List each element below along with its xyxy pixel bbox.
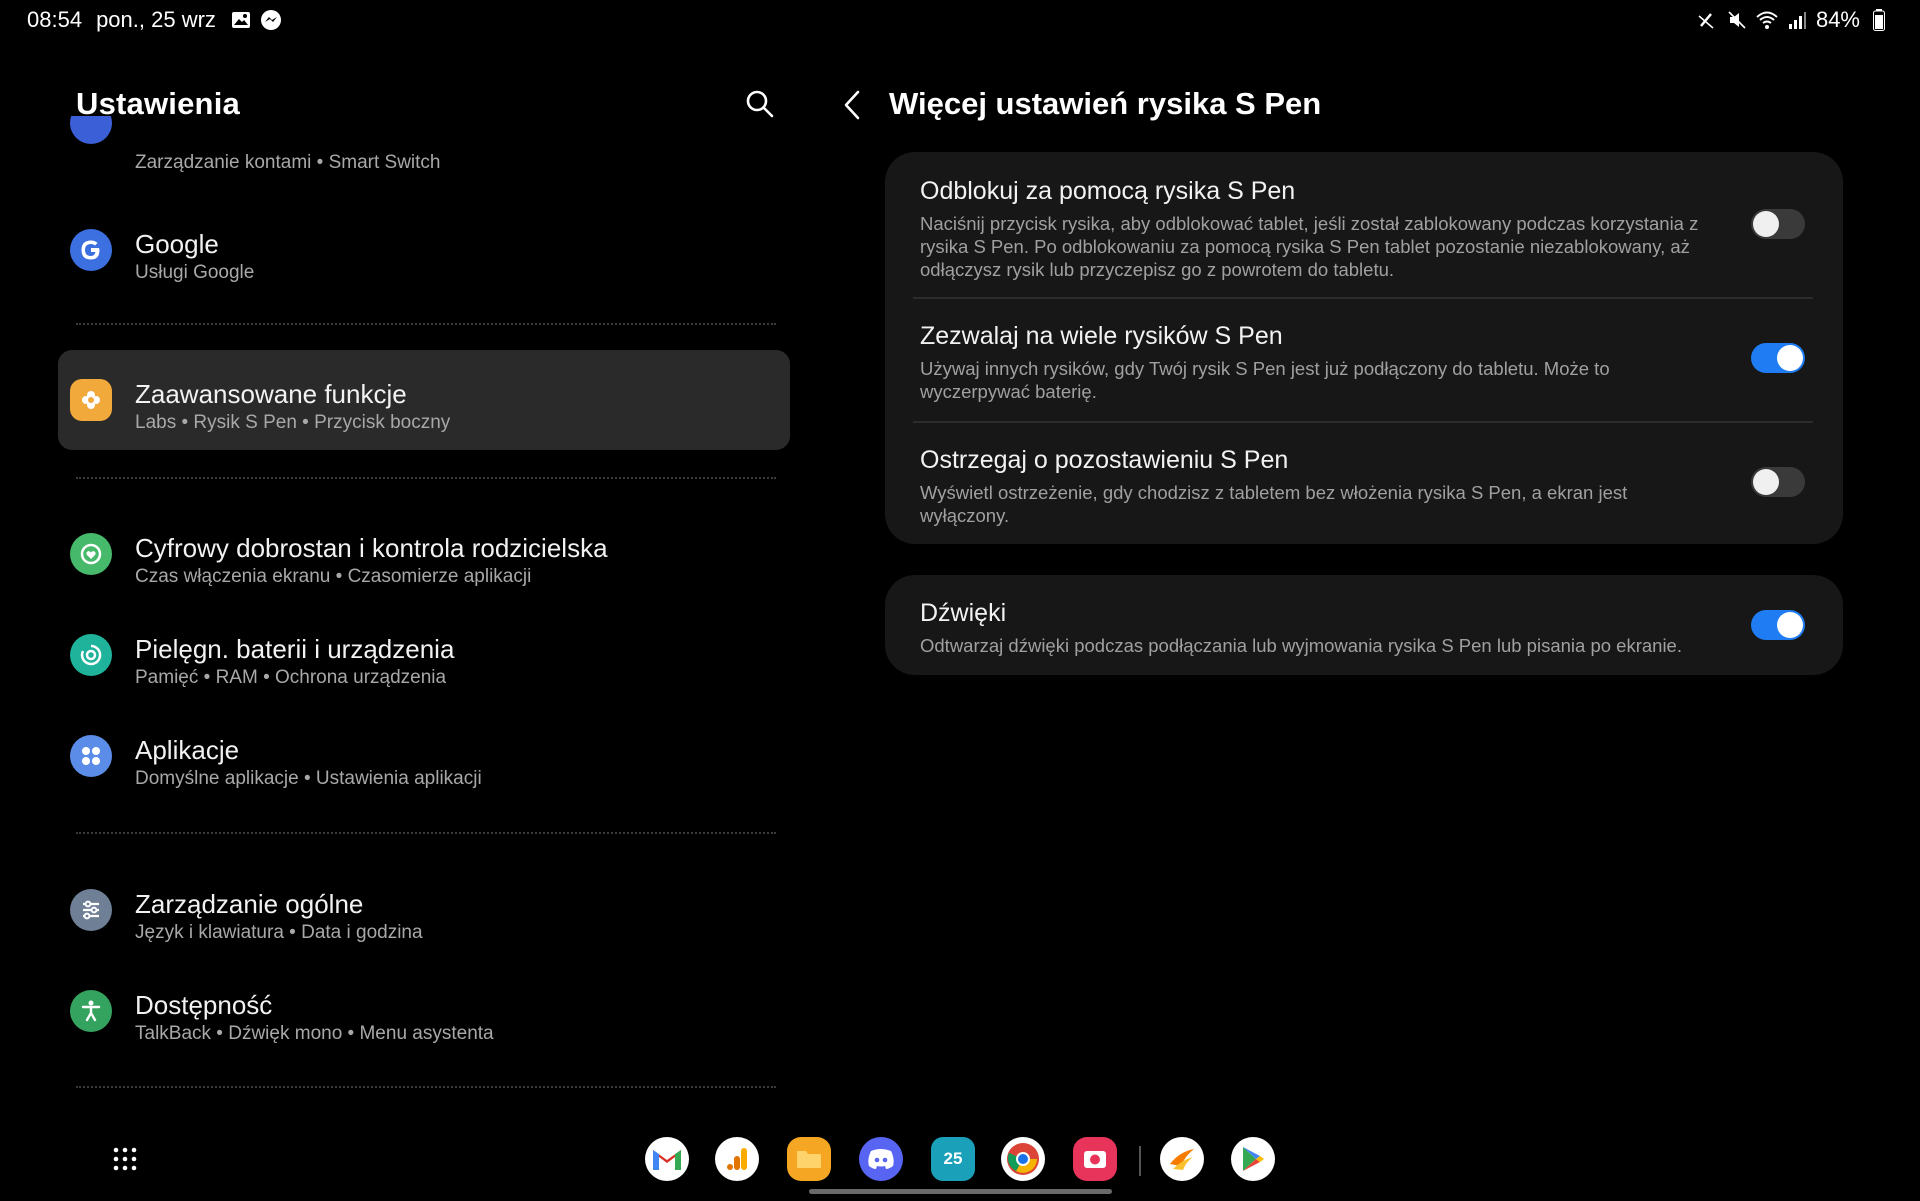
general-management-icon [70,889,112,931]
separator [913,421,1813,423]
divider [76,1086,776,1088]
menu-item-title: Google [135,229,219,259]
menu-item-title: Zarządzanie ogólne [135,889,364,919]
menu-item-title: Cyfrowy dobrostan i kontrola rodzicielsk… [135,533,608,563]
menu-item-subtitle: Usługi Google [135,262,255,283]
setting-title: Odblokuj za pomocą rysika S Pen [920,177,1296,205]
setting-title: Zezwalaj na wiele rysików S Pen [920,322,1283,350]
app-drawer-icon[interactable] [112,1146,138,1172]
setting-description: Odtwarzaj dźwięki podczas podłączania lu… [920,635,1682,656]
chrome-app-icon[interactable] [1001,1137,1045,1181]
setting-description: Naciśnij przycisk rysika, aby odblokować… [920,213,1699,280]
signal-icon [1786,9,1808,31]
menu-item-wellbeing[interactable]: Cyfrowy dobrostan i kontrola rodzicielsk… [58,504,790,604]
page-title: Więcej ustawień rysika S Pen [889,86,1322,121]
files-app-icon[interactable] [787,1137,831,1181]
wifi-icon [1756,9,1778,31]
menu-item-apps[interactable]: Aplikacje Domyślne aplikacje • Ustawieni… [58,706,790,806]
settings-card-sounds: Dźwięki Odtwarzaj dźwięki podczas podłąc… [885,575,1843,675]
divider [76,477,776,479]
menu-item-subtitle: Pamięć • RAM • Ochrona urządzenia [135,667,447,688]
device-care-icon [70,634,112,676]
advanced-features-icon [70,379,112,421]
menu-item-accessibility[interactable]: Dostępność TalkBack • Dźwięk mono • Menu… [58,961,790,1061]
back-arrow-icon[interactable] [838,88,868,122]
messenger-icon [260,9,282,31]
mute-icon [1726,9,1748,31]
calendar-day: 25 [943,1149,963,1168]
dock-separator [1139,1146,1141,1176]
setting-title: Dźwięki [920,599,1007,627]
apps-icon [70,735,112,777]
menu-item-subtitle: Labs • Rysik S Pen • Przycisk boczny [135,412,451,433]
swiftkey-app-icon[interactable] [1160,1137,1204,1181]
toggle-spen-left-behind[interactable] [1751,467,1805,497]
separator [913,297,1813,299]
battery-icon [1868,9,1890,31]
setting-unlock-with-spen[interactable]: Odblokuj za pomocą rysika S Pen Naciśnij… [920,177,1810,281]
menu-item-advanced-features[interactable]: Zaawansowane funkcje Labs • Rysik S Pen … [58,350,790,450]
analytics-app-icon[interactable] [715,1137,759,1181]
divider [76,832,776,834]
setting-description: Używaj innych rysików, gdy Twój rysik S … [920,358,1610,402]
accessibility-icon [70,990,112,1032]
menu-item-subtitle: Język i klawiatura • Data i godzina [135,922,423,943]
menu-item-subtitle: Domyślne aplikacje • Ustawienia aplikacj… [135,768,482,789]
gesture-handle[interactable] [809,1189,1112,1194]
setting-spen-left-behind[interactable]: Ostrzegaj o pozostawieniu S Pen Wyświetl… [920,446,1810,527]
menu-item-title: Dostępność [135,990,273,1020]
menu-item-subtitle: TalkBack • Dźwięk mono • Menu asystenta [135,1023,494,1044]
menu-item-subtitle: Czas włączenia ekranu • Czasomierze apli… [135,566,532,587]
toggle-multiple-spens[interactable] [1751,343,1805,373]
menu-item-device-care[interactable]: Pielęgn. baterii i urządzenia Pamięć • R… [58,605,790,705]
google-icon [70,229,112,271]
calendar-app-icon[interactable]: 25 [931,1137,975,1181]
date: pon., 25 wrz [96,7,216,32]
gmail-app-icon[interactable] [645,1137,689,1181]
menu-item-title: Zaawansowane funkcje [135,379,407,409]
menu-item-general-management[interactable]: Zarządzanie ogólne Język i klawiatura • … [58,860,790,960]
battery-percent: 84% [1815,7,1860,32]
screen-recorder-app-icon[interactable] [1073,1137,1117,1181]
play-store-app-icon[interactable] [1231,1137,1275,1181]
setting-title: Ostrzegaj o pozostawieniu S Pen [920,446,1289,474]
wellbeing-icon [70,533,112,575]
toggle-unlock-with-spen[interactable] [1751,209,1805,239]
setting-multiple-spens[interactable]: Zezwalaj na wiele rysików S Pen Używaj i… [920,322,1810,403]
menu-item-google[interactable]: Google Usługi Google [58,200,790,300]
status-bar: 08:54 pon., 25 wrz 84% [0,0,1920,40]
settings-card: Odblokuj za pomocą rysika S Pen Naciśnij… [885,152,1843,544]
toggle-sounds[interactable] [1751,610,1805,640]
menu-item-accounts[interactable]: Zarządzanie kontami • Smart Switch [58,116,790,186]
setting-sounds[interactable]: Dźwięki Odtwarzaj dźwięki podczas podłąc… [920,599,1810,657]
menu-item-subtitle: Zarządzanie kontami • Smart Switch [135,152,441,173]
discord-app-icon[interactable] [859,1137,903,1181]
pen-off-icon [1696,9,1718,31]
accounts-icon [70,116,112,144]
gallery-icon [230,9,252,31]
setting-description: Wyświetl ostrzeżenie, gdy chodzisz z tab… [920,482,1628,526]
divider [76,323,776,325]
menu-item-title: Aplikacje [135,735,240,765]
menu-item-title: Pielęgn. baterii i urządzenia [135,634,455,664]
clock: 08:54 [27,7,83,32]
